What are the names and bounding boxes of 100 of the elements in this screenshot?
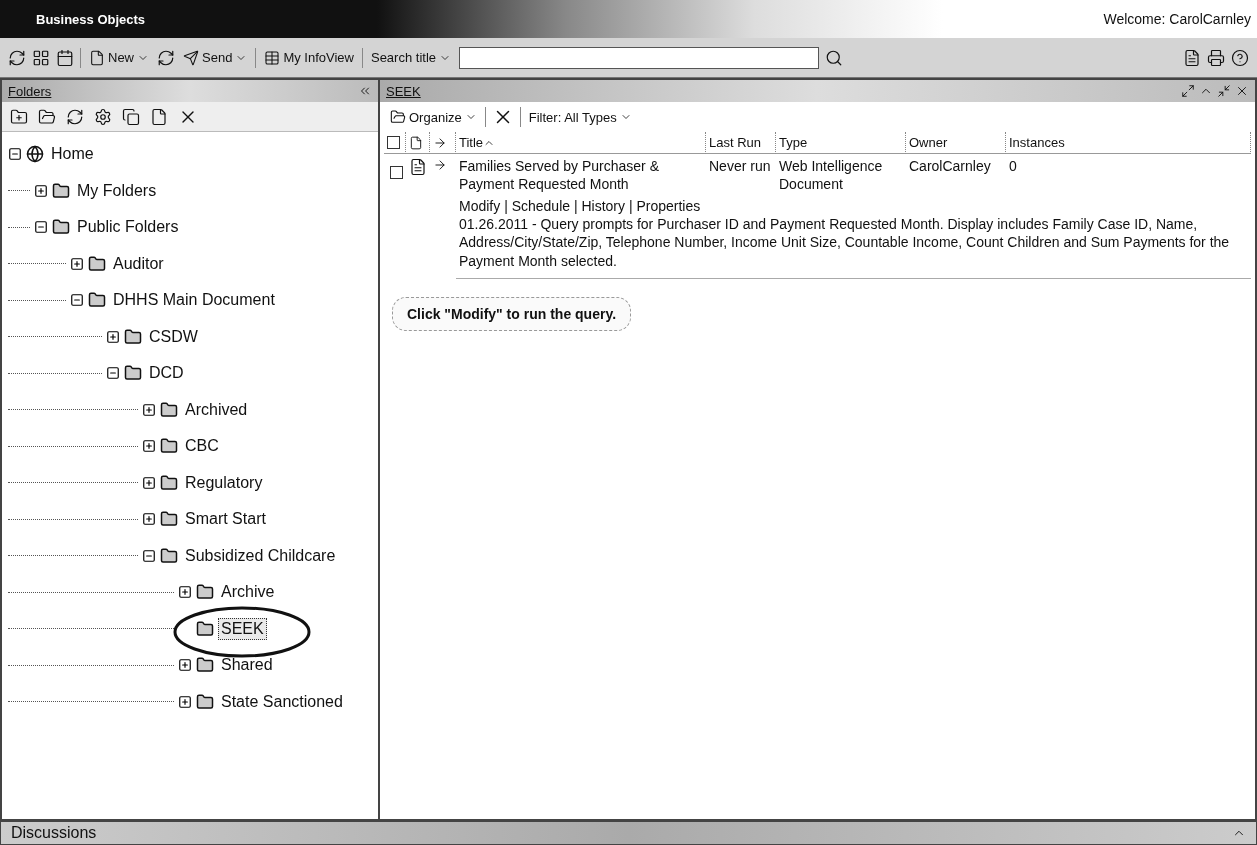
description-text: 01.26.2011 - Query prompts for Purchaser ID and Payment Requested Month. Display includes Family Case ID, Name, Address/City/State/Zip, Telephone Number, Income Unit Size, Countable Income, Count Children and Sum Payments for the Payment Month selected. <box>459 215 1231 270</box>
discussions-title: Discussions <box>11 824 97 842</box>
tree-item[interactable]: SEEK <box>218 617 267 640</box>
collapse-icon[interactable] <box>358 84 372 98</box>
folder-icon <box>390 109 406 125</box>
tree-item[interactable]: Shared <box>218 654 276 677</box>
folder-icon <box>88 254 106 273</box>
restore-icon[interactable] <box>1217 84 1231 98</box>
column-header[interactable]: Type <box>776 132 906 154</box>
folder-icon <box>160 473 178 492</box>
document-icon[interactable] <box>409 135 423 150</box>
close-icon[interactable] <box>1235 84 1249 98</box>
folder-icon <box>124 364 142 383</box>
calendar-icon[interactable] <box>56 48 74 67</box>
paper-plane-icon <box>183 49 199 66</box>
action-link[interactable]: Properties <box>636 198 701 214</box>
folder-icon <box>52 181 70 200</box>
column-header[interactable]: Owner <box>906 132 1006 154</box>
folder-icon <box>196 656 214 675</box>
maximize-icon[interactable] <box>1181 84 1195 98</box>
filter-dropdown[interactable]: Filter: All Types <box>526 107 634 127</box>
folder-icon <box>160 510 178 529</box>
expand-toggle[interactable] <box>178 658 192 673</box>
column-header[interactable]: Instances <box>1006 132 1251 154</box>
my-infoview-button[interactable]: My InfoView <box>262 47 356 68</box>
expand-toggle[interactable] <box>106 329 120 344</box>
tree-item[interactable]: DCD <box>146 362 187 385</box>
tree-item[interactable]: Auditor <box>110 252 167 275</box>
action-link[interactable]: History <box>581 198 626 214</box>
tree-item[interactable]: CSDW <box>146 325 201 348</box>
document-icon[interactable] <box>409 158 427 176</box>
expand-toggle[interactable] <box>70 293 84 308</box>
folder-icon <box>160 437 178 456</box>
separator: | <box>503 198 509 214</box>
panel-title: SEEK <box>386 83 421 99</box>
search-field[interactable] <box>459 46 819 69</box>
copy-icon[interactable] <box>122 107 140 126</box>
expand-toggle[interactable] <box>34 220 48 235</box>
separator: | <box>572 198 579 214</box>
table-cell-text: Families Served by Purchaser & Payment Requested Month <box>458 157 660 194</box>
send-button[interactable]: Send <box>181 47 250 68</box>
tree-item[interactable]: Archived <box>182 398 251 421</box>
table-cell-text: Web Intelligence Document <box>778 157 884 194</box>
new-button[interactable]: New <box>87 47 151 68</box>
callout-note: Click "Modify" to run the query. <box>392 296 632 331</box>
table-cell-text: CarolCarnley <box>908 157 992 176</box>
panel-title: Folders <box>8 83 52 99</box>
folder-icon[interactable] <box>38 107 56 126</box>
expand-toggle[interactable] <box>142 512 156 527</box>
expand-toggle[interactable] <box>178 585 192 600</box>
tree-item[interactable]: Archive <box>218 581 278 604</box>
tree-item[interactable]: DHHS Main Document <box>110 289 278 312</box>
table-cell-text: 0 <box>1008 157 1018 176</box>
folder-icon <box>88 291 106 310</box>
document-icon[interactable] <box>1183 48 1201 67</box>
settings-icon[interactable] <box>94 107 112 126</box>
search-icon[interactable] <box>825 48 843 67</box>
folder-icon <box>196 583 214 602</box>
grid-icon[interactable] <box>32 48 50 67</box>
help-icon[interactable] <box>1231 48 1249 67</box>
expand-toggle[interactable] <box>34 183 48 198</box>
expand-toggle[interactable] <box>142 548 156 563</box>
document-icon <box>89 49 105 66</box>
tree-item[interactable]: CBC <box>182 435 222 458</box>
folder-icon <box>52 218 70 237</box>
column-header[interactable]: Last Run <box>706 132 776 154</box>
action-link[interactable]: Modify <box>459 198 501 214</box>
expand-toggle[interactable] <box>8 147 22 162</box>
search-type-dropdown[interactable]: Search title <box>368 48 453 67</box>
column-header[interactable]: Title <box>456 132 706 154</box>
organize-button[interactable]: Organize <box>388 107 479 127</box>
expand-toggle[interactable] <box>142 439 156 454</box>
refresh-icon[interactable] <box>157 48 175 67</box>
logo: Business Objects <box>36 11 146 27</box>
tree-item[interactable]: State Sanctioned <box>218 690 346 713</box>
expand-toggle[interactable] <box>178 694 192 709</box>
separator: | <box>627 198 634 214</box>
expand-toggle[interactable] <box>106 366 120 381</box>
refresh-icon[interactable] <box>8 48 26 67</box>
new-folder-icon[interactable] <box>10 107 28 126</box>
tree-item[interactable]: Regulatory <box>182 471 266 494</box>
tree-item[interactable]: Smart Start <box>182 508 269 531</box>
tree-item[interactable]: Subsidized Childcare <box>182 544 339 567</box>
select-all-checkbox[interactable] <box>387 136 400 149</box>
tree-item[interactable]: Home <box>48 143 97 166</box>
folder-icon <box>196 692 214 711</box>
action-link[interactable]: Schedule <box>511 198 571 214</box>
tree-item[interactable]: Public Folders <box>74 216 182 239</box>
globe-icon <box>26 145 44 164</box>
printer-icon[interactable] <box>1207 48 1225 67</box>
table-cell-text: Never run <box>708 157 772 176</box>
row-checkbox[interactable] <box>390 166 403 179</box>
welcome-text: Welcome: CarolCarnley <box>1103 11 1251 27</box>
expand-toggle[interactable] <box>70 256 84 271</box>
folder-icon <box>124 327 142 346</box>
document-icon[interactable] <box>150 107 168 126</box>
expand-toggle[interactable] <box>142 475 156 490</box>
refresh-icon[interactable] <box>66 107 84 126</box>
expand-toggle[interactable] <box>142 402 156 417</box>
tree-item[interactable]: My Folders <box>74 179 160 202</box>
